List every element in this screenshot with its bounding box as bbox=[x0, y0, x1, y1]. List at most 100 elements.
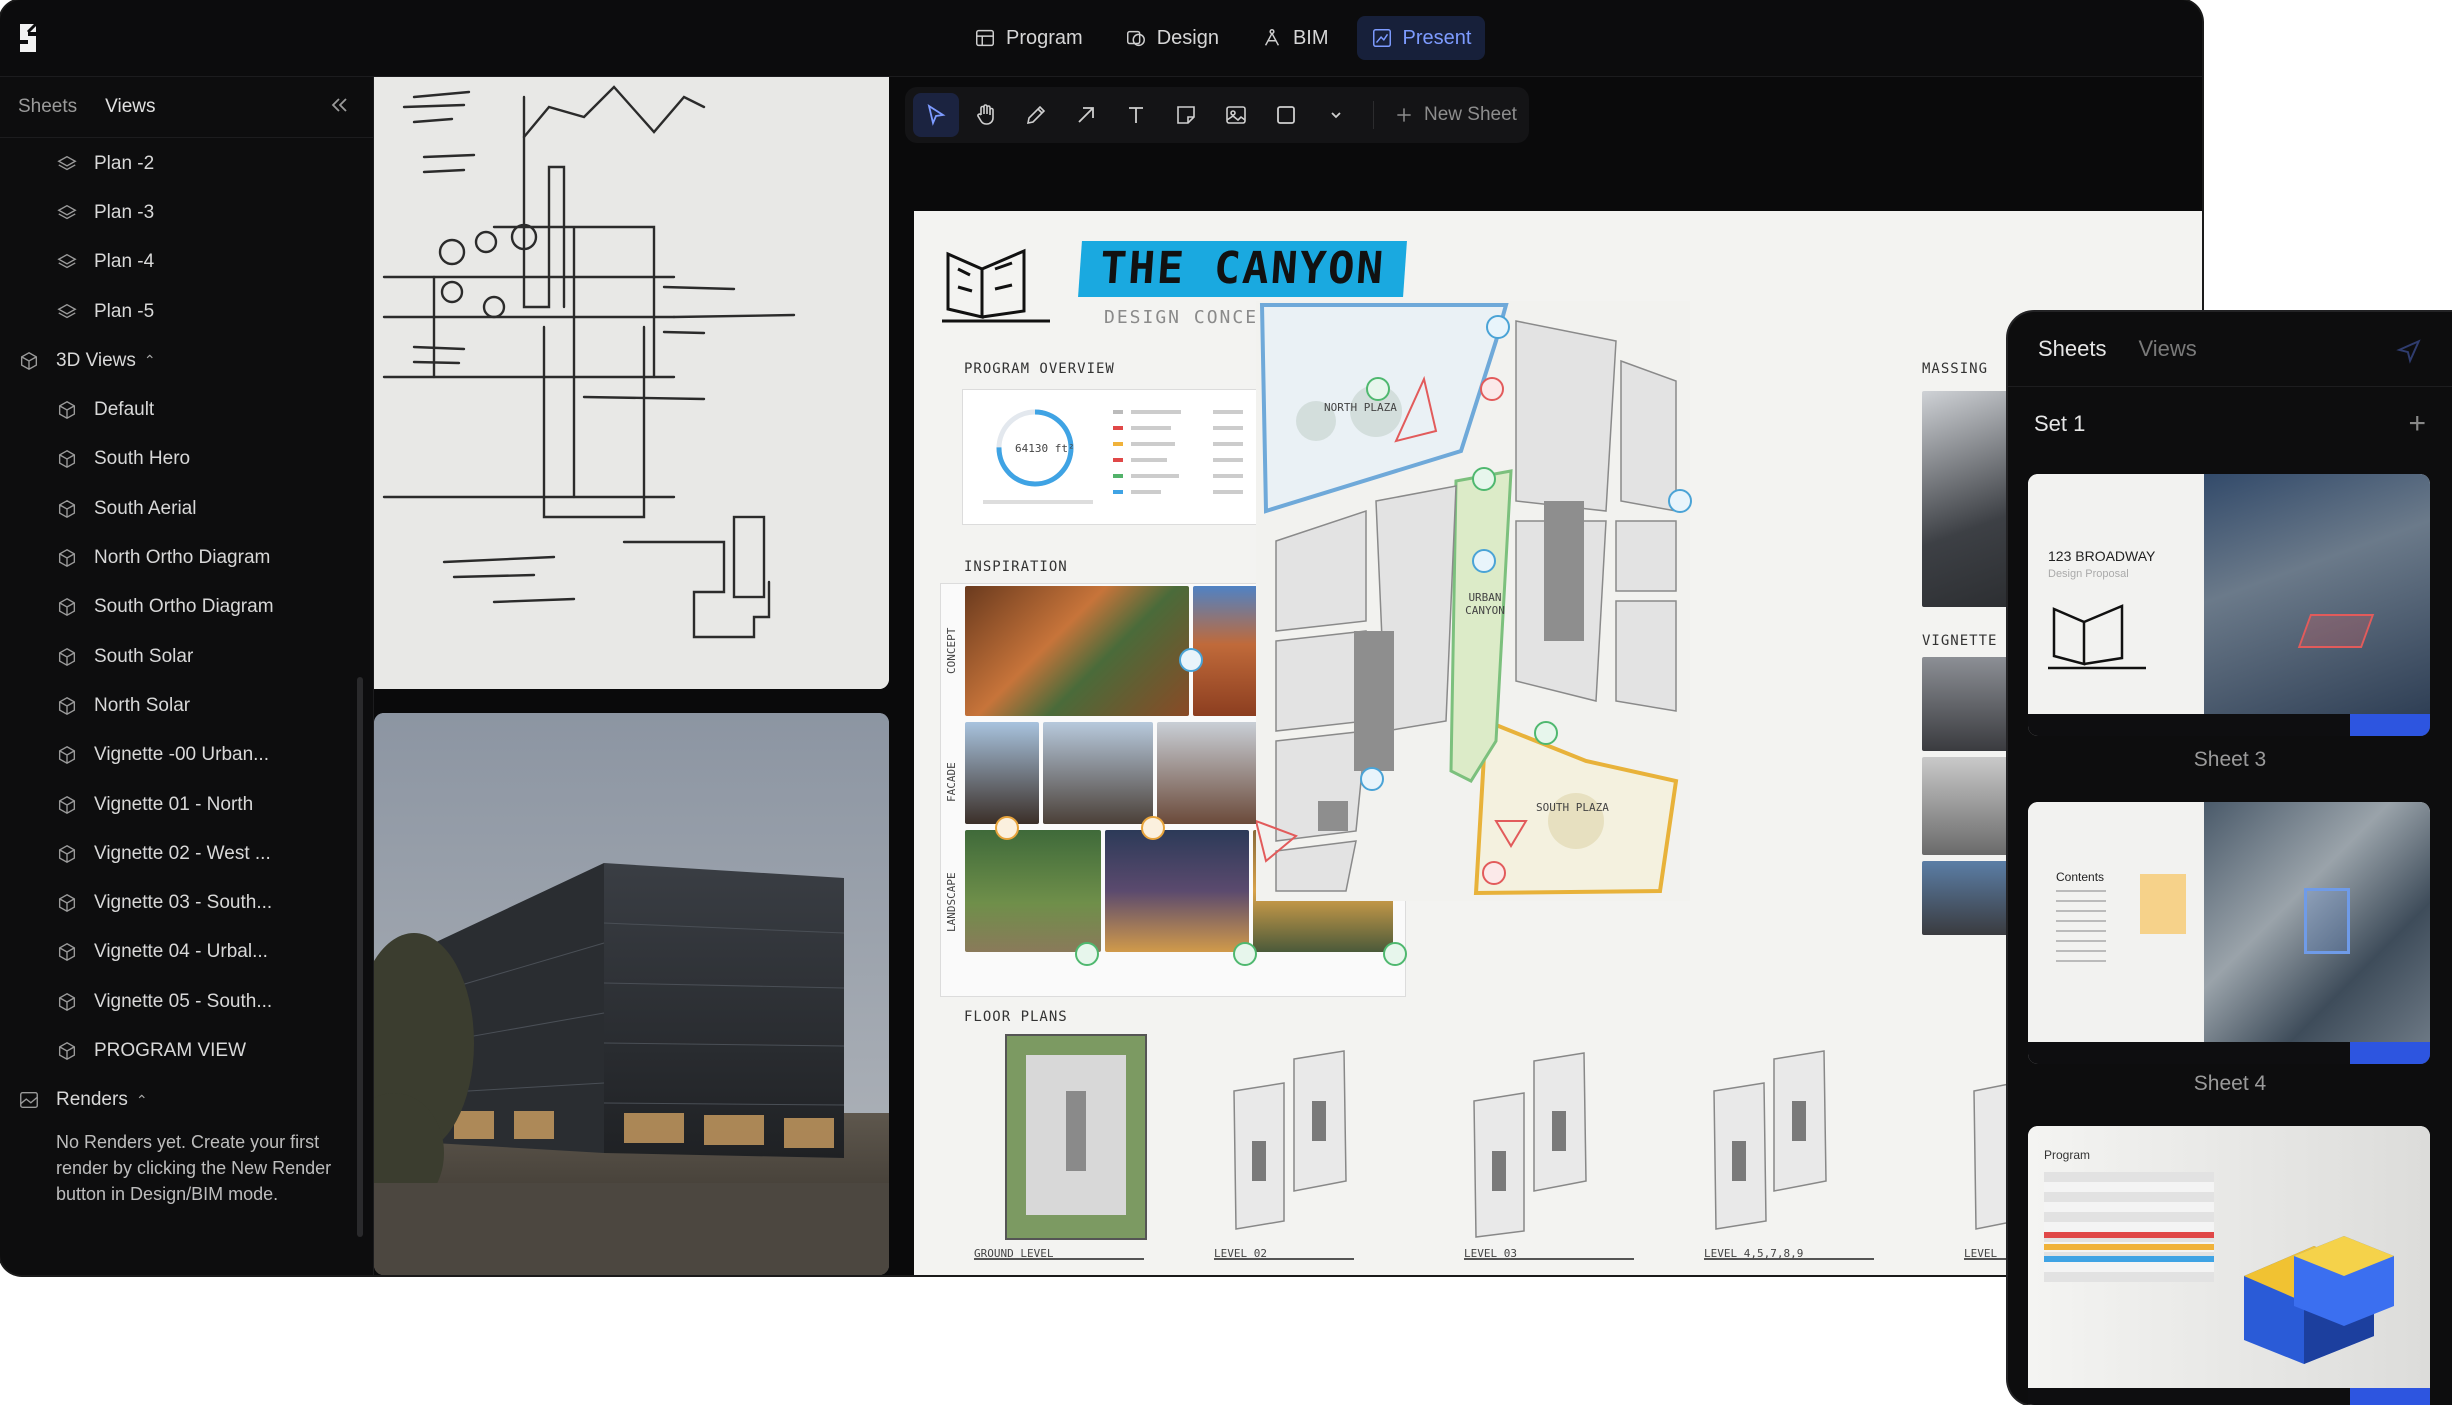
sidebar-item-label: Default bbox=[94, 399, 155, 421]
marker-1[interactable] bbox=[1179, 648, 1203, 672]
send-icon[interactable] bbox=[2396, 338, 2422, 364]
marker-3[interactable] bbox=[1141, 816, 1165, 840]
sheet-thumbnail-4[interactable]: Contents bbox=[2028, 802, 2430, 1064]
board-title: THE CANYON bbox=[1078, 241, 1407, 297]
facade-side-label: FACADE bbox=[945, 762, 958, 802]
site-marker-4[interactable] bbox=[1360, 767, 1384, 791]
facade-photo-3[interactable] bbox=[1157, 722, 1267, 824]
sidebar-item[interactable]: North Solar bbox=[0, 681, 373, 730]
app-logo-icon[interactable] bbox=[14, 20, 44, 56]
landscape-photo-2[interactable] bbox=[1105, 830, 1249, 952]
site-marker-2[interactable] bbox=[1486, 315, 1510, 339]
floor-label-level-03: LEVEL 03 bbox=[1464, 1247, 1517, 1260]
sidebar-item-label: Vignette -00 Urban... bbox=[94, 744, 269, 766]
sidebar-item[interactable]: PROGRAM VIEW bbox=[0, 1026, 373, 1075]
mobile-tab-views[interactable]: Views bbox=[2139, 336, 2197, 362]
image-tool[interactable] bbox=[1213, 93, 1259, 137]
set-row[interactable]: Set 1 + bbox=[2034, 407, 2426, 441]
sticky-note bbox=[2140, 874, 2186, 934]
views-list: Plan -2 Plan -3 Plan -4 Plan -5 3D Views ⌃ Def… bbox=[0, 139, 373, 1125]
collapse-sidebar-icon[interactable] bbox=[327, 93, 351, 117]
sidebar-group-header[interactable]: Renders ⌃ bbox=[0, 1076, 373, 1125]
sidebar-item[interactable]: Vignette 02 - West ... bbox=[0, 829, 373, 878]
contents-list-lines bbox=[2056, 890, 2106, 970]
site-marker-2b[interactable] bbox=[1482, 861, 1506, 885]
table-icon bbox=[976, 29, 994, 47]
site-marker-3[interactable] bbox=[1668, 489, 1692, 513]
cube-icon bbox=[56, 399, 78, 421]
sidebar-item[interactable]: Plan -4 bbox=[0, 238, 373, 287]
chevron-up-icon[interactable]: ⌃ bbox=[136, 1092, 148, 1109]
sidebar-item-label: Plan -2 bbox=[94, 152, 155, 174]
sidebar-item-label: Vignette 05 - South... bbox=[94, 990, 273, 1012]
sidebar-item[interactable]: Vignette 04 - Urbal... bbox=[0, 928, 373, 977]
sidebar-item[interactable]: Plan -3 bbox=[0, 188, 373, 237]
canvas-toolbar: New Sheet bbox=[905, 87, 1529, 143]
sheet-thumbnail-3[interactable]: 123 BROADWAY Design Proposal bbox=[2028, 474, 2430, 736]
sidebar-scrollbar[interactable] bbox=[357, 677, 363, 1237]
add-sheet-icon[interactable]: + bbox=[2408, 407, 2426, 441]
satellite-image bbox=[2204, 802, 2430, 1042]
facade-photo-2[interactable] bbox=[1043, 722, 1153, 824]
cube-icon bbox=[56, 695, 78, 717]
cube-icon bbox=[56, 941, 78, 963]
chevron-up-icon[interactable]: ⌃ bbox=[144, 352, 156, 369]
sidebar-tab-views[interactable]: Views bbox=[105, 96, 155, 118]
sidebar-item[interactable]: Vignette 05 - South... bbox=[0, 977, 373, 1026]
inspiration-canyon-photo-1[interactable] bbox=[965, 586, 1189, 716]
sidebar-item[interactable]: Vignette -00 Urban... bbox=[0, 731, 373, 780]
tab-bim[interactable]: BIM bbox=[1247, 16, 1343, 60]
program-sheet-title: Program bbox=[2044, 1148, 2091, 1162]
tab-design[interactable]: Design bbox=[1111, 16, 1233, 60]
presentation-canvas[interactable]: New Sheet THE CANYON DESIGN CONCEPT 01 -… bbox=[374, 77, 2202, 1275]
sheet-thumbnail-program[interactable]: Program bbox=[2028, 1126, 2430, 1405]
shape-dropdown[interactable] bbox=[1313, 93, 1359, 137]
marker-2[interactable] bbox=[995, 816, 1019, 840]
site-marker-1[interactable] bbox=[1480, 377, 1504, 401]
select-icon bbox=[927, 104, 946, 126]
sidebar-item[interactable]: Plan -2 bbox=[0, 139, 373, 188]
sidebar-item[interactable]: South Aerial bbox=[0, 484, 373, 533]
sidebar-group-header[interactable]: 3D Views ⌃ bbox=[0, 336, 373, 385]
building-render-image[interactable] bbox=[374, 713, 889, 1275]
canyon-logo-small-drawing bbox=[2048, 604, 2146, 670]
sidebar-item[interactable]: Default bbox=[0, 385, 373, 434]
sidebar-item[interactable]: South Solar bbox=[0, 632, 373, 681]
sticky-note-tool[interactable] bbox=[1163, 93, 1209, 137]
sidebar-item[interactable]: Vignette 03 - South... bbox=[0, 878, 373, 927]
site-marker-6[interactable] bbox=[1366, 377, 1390, 401]
pen-tool[interactable] bbox=[1013, 93, 1059, 137]
hand-tool[interactable] bbox=[963, 93, 1009, 137]
sidebar-item[interactable]: Vignette 01 - North bbox=[0, 780, 373, 829]
site-marker-5[interactable] bbox=[1472, 467, 1496, 491]
site-marker-7[interactable] bbox=[1534, 721, 1558, 745]
facade-photo-1[interactable] bbox=[965, 722, 1039, 824]
landscape-photo-1[interactable] bbox=[965, 830, 1101, 952]
cube-icon bbox=[56, 547, 78, 569]
site-plan[interactable]: NORTH PLAZA URBAN CANYON SOUTH PLAZA bbox=[1254, 301, 1692, 901]
select-tool[interactable] bbox=[913, 93, 959, 137]
marker-6[interactable] bbox=[1233, 942, 1257, 966]
new-sheet-button[interactable]: New Sheet bbox=[1388, 104, 1523, 126]
rectangle-tool[interactable] bbox=[1263, 93, 1309, 137]
sidebar-item-label: Vignette 04 - Urbal... bbox=[94, 941, 268, 963]
sidebar-item[interactable]: North Ortho Diagram bbox=[0, 533, 373, 582]
tab-program[interactable]: Program bbox=[960, 16, 1097, 60]
sketch-image[interactable] bbox=[374, 77, 889, 689]
sidebar-tab-sheets[interactable]: Sheets bbox=[18, 96, 77, 118]
arrow-tool[interactable] bbox=[1063, 93, 1109, 137]
sidebar-item[interactable]: Plan -5 bbox=[0, 287, 373, 336]
marker-7[interactable] bbox=[1383, 942, 1407, 966]
mode-tabs: Program Design BIM Present bbox=[960, 16, 1486, 60]
mobile-tab-sheets[interactable]: Sheets bbox=[2038, 336, 2107, 362]
sidebar-item-label: Vignette 02 - West ... bbox=[94, 842, 271, 864]
canyon-logo-drawing bbox=[942, 248, 1050, 323]
sidebar-item-label: North Ortho Diagram bbox=[94, 547, 271, 569]
site-highlight bbox=[2297, 614, 2375, 648]
text-tool[interactable] bbox=[1113, 93, 1159, 137]
sidebar-item[interactable]: South Ortho Diagram bbox=[0, 583, 373, 632]
sidebar-item[interactable]: South Hero bbox=[0, 435, 373, 484]
tab-present[interactable]: Present bbox=[1356, 16, 1486, 60]
site-marker-1b[interactable] bbox=[1472, 549, 1496, 573]
marker-5[interactable] bbox=[1075, 942, 1099, 966]
